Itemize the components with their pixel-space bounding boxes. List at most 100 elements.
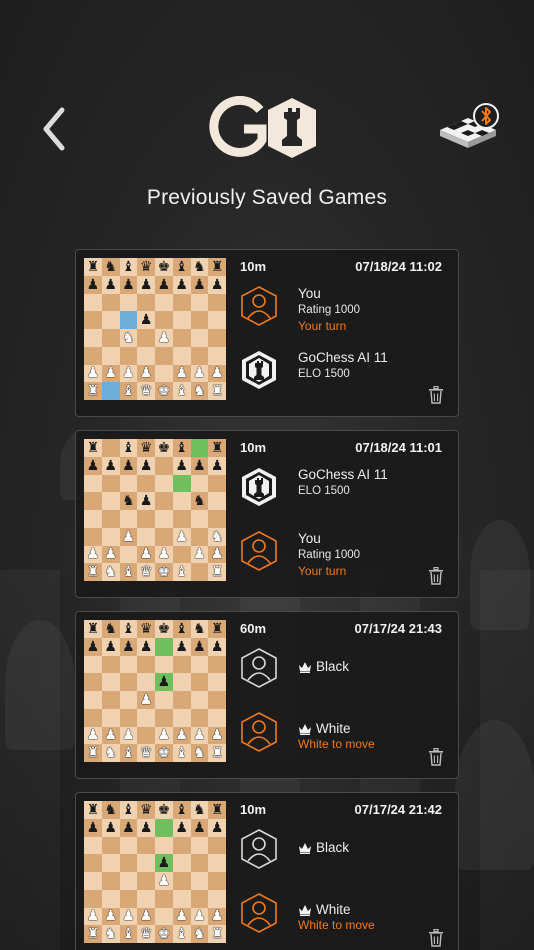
black-bishop-icon: ♝: [122, 439, 135, 456]
board-square: [84, 708, 102, 727]
board-square: ♟: [119, 907, 138, 926]
board-square: ♟: [190, 364, 209, 383]
saved-game-card[interactable]: ♜ ♞ ♝ ♛ ♚ ♝ ♞ ♜ ♟ ♟ ♟ ♟ ♟ ♟ ♟ ♟ ♟ ♟ ♟ ♟ ♟ ♟ ♟ ♟ ♜ ♞ ♝ ♛ ♚ ♝ ♞ ♜ 10m 07/1…: [75, 792, 459, 950]
board-square: ♟: [119, 637, 138, 656]
user-hexagon-icon: [240, 531, 278, 571]
board-square: ♟: [172, 726, 191, 745]
board-square: ♟: [101, 364, 120, 383]
saved-game-card[interactable]: ♜ ♝ ♛ ♚ ♝ ♜ ♟ ♟ ♟ ♟ ♟ ♟ ♟ ♞ ♟ ♞ ♟ ♟ ♞ ♟ ♟ ♟ ♟ ♟ ♟ ♜ ♞ ♝ ♛ ♚ ♝ ♜ 10m 07/1…: [75, 430, 459, 598]
delete-game-button[interactable]: [428, 566, 444, 585]
board-square: [119, 293, 138, 312]
black-queen-icon: ♛: [139, 439, 153, 456]
white-king-icon: ♚: [157, 383, 171, 400]
board-square: [119, 545, 138, 564]
board-square: [84, 691, 102, 709]
board-square: [155, 510, 173, 528]
delete-game-button[interactable]: [428, 747, 444, 766]
board-square: ♝: [172, 925, 191, 943]
board-square: ♛: [137, 258, 155, 276]
board-square: [155, 708, 173, 727]
saved-game-card[interactable]: ♜ ♞ ♝ ♛ ♚ ♝ ♞ ♜ ♟ ♟ ♟ ♟ ♟ ♟ ♟ ♟ ♟ ♟ ♟ ♟ ♟ ♟ ♟ ♟ ♜ ♞ ♝ ♛ ♚ ♝ ♞ ♜ 60m 07/1…: [75, 611, 459, 779]
white-rook-icon: ♜: [86, 383, 100, 400]
black-rook-icon: ♜: [210, 439, 224, 456]
board-square: ♞: [101, 563, 120, 581]
black-pawn-icon: ♟: [139, 276, 153, 293]
board-square: [84, 527, 102, 546]
black-pawn-icon: ♟: [122, 819, 135, 836]
header: Previously Saved Games: [0, 0, 534, 220]
board-square: ♚: [155, 382, 173, 400]
board-square: ♟: [172, 637, 191, 656]
player-name: Black: [316, 840, 350, 855]
player-name-row: Black: [298, 840, 349, 855]
player-bottom: White White to move: [240, 893, 450, 939]
black-knight-icon: ♞: [193, 493, 206, 510]
board-square: [137, 655, 155, 674]
board-square: ♚: [155, 620, 173, 638]
black-pawn-icon: ♟: [210, 819, 224, 836]
black-knight-icon: ♞: [104, 258, 117, 275]
saved-game-card[interactable]: ♜ ♞ ♝ ♛ ♚ ♝ ♞ ♜ ♟ ♟ ♟ ♟ ♟ ♟ ♟ ♟ ♟ ♞ ♟ ♟ ♟ ♟ ♟ ♟ ♟ ♟ ♜ ♝ ♛ ♚ ♝ ♞ ♜ 10m 07/…: [75, 249, 459, 417]
board-square: ♟: [84, 907, 102, 926]
white-pawn-icon: ♟: [122, 528, 135, 545]
board-square: [155, 836, 173, 855]
board-square: [155, 311, 173, 329]
black-rook-icon: ♜: [210, 258, 224, 275]
trash-icon: [429, 566, 443, 585]
board-square: [119, 708, 138, 727]
white-pawn-icon: ♟: [175, 908, 188, 925]
board-square: ♟: [155, 329, 173, 347]
player-top: GoChess AI 11 ELO 1500: [240, 467, 450, 513]
board-square: [208, 673, 226, 691]
board-square: ♛: [137, 439, 155, 457]
board-square: ♝: [119, 620, 138, 638]
white-pawn-icon: ♟: [86, 365, 100, 382]
board-square: ♟: [101, 726, 120, 745]
board-square: [172, 474, 191, 493]
white-king-icon: ♚: [157, 926, 171, 943]
mini-chessboard: ♜ ♝ ♛ ♚ ♝ ♜ ♟ ♟ ♟ ♟ ♟ ♟ ♟ ♞ ♟ ♞ ♟ ♟ ♞ ♟ ♟ ♟ ♟ ♟ ♟ ♜ ♞ ♝ ♛ ♚ ♝ ♜: [84, 439, 226, 581]
board-square: ♝: [172, 744, 191, 762]
black-pawn-icon: ♟: [193, 457, 206, 474]
player-bottom: You Rating 1000 Your turn: [240, 531, 450, 578]
black-king-icon: ♚: [157, 620, 171, 637]
black-rook-icon: ♜: [210, 801, 224, 818]
board-square: ♜: [208, 563, 226, 581]
black-pawn-icon: ♟: [157, 674, 171, 691]
player-name: Black: [316, 659, 350, 674]
white-pawn-icon: ♟: [139, 546, 153, 563]
board-square: ♟: [208, 907, 226, 926]
back-button[interactable]: [38, 106, 72, 152]
black-pawn-icon: ♟: [104, 638, 117, 655]
black-king-icon: ♚: [157, 258, 171, 275]
board-square: ♟: [137, 275, 155, 294]
board-square: [172, 708, 191, 727]
board-square: ♞: [101, 744, 120, 762]
board-square: [208, 311, 226, 329]
bluetooth-board-button[interactable]: [438, 102, 502, 154]
board-square: [101, 708, 120, 727]
board-square: [208, 474, 226, 493]
board-square: ♟: [119, 456, 138, 475]
board-square: [155, 364, 173, 383]
delete-game-button[interactable]: [428, 385, 444, 404]
board-square: [172, 872, 191, 890]
black-pawn-icon: ♟: [122, 457, 135, 474]
board-square: [137, 889, 155, 908]
board-square: [101, 655, 120, 674]
mini-chessboard: ♜ ♞ ♝ ♛ ♚ ♝ ♞ ♜ ♟ ♟ ♟ ♟ ♟ ♟ ♟ ♟ ♟ ♟ ♟ ♟ ♟ ♟ ♟ ♟ ♜ ♞ ♝ ♛ ♚ ♝ ♞ ♜: [84, 620, 226, 762]
white-queen-icon: ♛: [139, 745, 153, 762]
black-bishop-icon: ♝: [175, 801, 188, 818]
board-square: [172, 329, 191, 347]
board-square: [84, 293, 102, 312]
board-square: ♟: [190, 726, 209, 745]
board-square: ♟: [137, 818, 155, 837]
player-rating: ELO 1500: [298, 368, 350, 380]
delete-game-button[interactable]: [428, 928, 444, 947]
black-pawn-icon: ♟: [86, 276, 100, 293]
board-square: [101, 346, 120, 365]
board-square: [190, 836, 209, 855]
black-pawn-icon: ♟: [104, 457, 117, 474]
board-square: [172, 346, 191, 365]
board-square: ♜: [84, 801, 102, 819]
